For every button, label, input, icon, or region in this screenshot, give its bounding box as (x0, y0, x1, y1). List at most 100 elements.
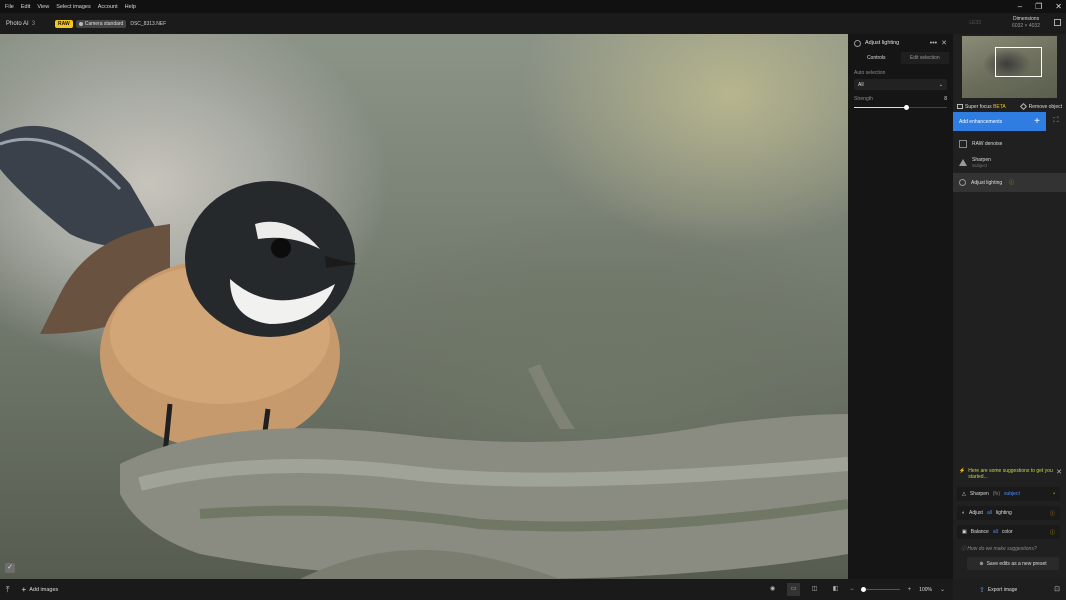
zoom-slider-handle[interactable] (861, 587, 867, 592)
zoom-level[interactable]: 100% (919, 587, 932, 593)
zoom-tag: LE33 (969, 20, 981, 26)
info-icon[interactable]: ⓘ (1050, 510, 1055, 517)
preview-eye-icon[interactable]: ◉ (766, 583, 779, 596)
more-options-icon[interactable]: ••• (930, 40, 937, 47)
controls-title: Adjust lighting (865, 40, 900, 46)
panel-layout-icon[interactable] (1054, 19, 1061, 26)
maximize-icon[interactable]: ❐ (1035, 1, 1042, 12)
single-view-icon[interactable]: ▭ (787, 583, 801, 596)
super-focus-label: Super focus (965, 103, 992, 110)
chevron-down-icon[interactable]: ⌄ (940, 586, 945, 593)
enhancement-name: Adjust lighting (971, 179, 1003, 186)
zoom-slider-track (861, 589, 900, 590)
tab-edit-selection[interactable]: Edit selection (900, 52, 949, 64)
right-sidebar: Super focus BETA Remove object Add enhan… (953, 34, 1066, 579)
plus-icon: + (21, 585, 27, 594)
zoom-out-icon[interactable]: − (850, 587, 854, 593)
save-icon[interactable]: ⊡ (1054, 585, 1060, 593)
lighting-icon (854, 39, 861, 47)
suggestion-target: lighting (995, 510, 1012, 516)
remove-object-button[interactable]: Remove object (1019, 102, 1062, 110)
controls-tabs: Controls Edit selection (852, 52, 949, 64)
bird-photo (0, 125, 848, 579)
suggestion-modifier: all (986, 510, 992, 516)
suggestions-title: Here are some suggestions to get you sta… (968, 468, 1053, 480)
auto-selection-dropdown[interactable]: All ⌄ (854, 79, 947, 90)
add-enhancements-label: Add enhancements (959, 118, 1003, 125)
suggestion-action: Sharpen (969, 491, 989, 497)
close-suggestions-icon[interactable]: ✕ (1056, 468, 1062, 476)
tab-controls[interactable]: Controls (852, 52, 901, 64)
image-canvas[interactable]: ✓ (0, 34, 848, 579)
raw-badge: RAW (55, 19, 73, 28)
zoom-in-icon[interactable]: + (908, 587, 912, 593)
checkmark-icon[interactable]: ✓ (5, 563, 15, 573)
suggestions-help-link[interactable]: ⓘ How do we make suggestions? (961, 545, 1037, 552)
suggestion-adjust-lighting[interactable]: ◐ Adjust all lighting ⓘ (957, 506, 1060, 520)
bottom-toolbar: ⤒ + Add images ◉ ▭ ◫ ◧ − + 100% ⌄ (0, 579, 953, 600)
chevron-down-icon: ⌄ (938, 81, 943, 88)
enhancement-sharpen[interactable]: Sharpen Subject (953, 152, 1066, 172)
export-image-button[interactable]: ⇪ Export image (979, 586, 1017, 594)
enhancement-raw-denoise[interactable]: RAW denoise (953, 137, 1066, 151)
remove-object-label: Remove object (1028, 103, 1062, 110)
strength-slider-handle[interactable] (903, 105, 909, 110)
help-link-text: How do we make suggestions? (967, 546, 1037, 552)
sharpen-icon (959, 158, 967, 166)
export-label: Export image (987, 586, 1018, 593)
menu-file[interactable]: File (5, 4, 14, 10)
suggestion-modifier: (fx) (992, 491, 1000, 497)
export-icon: ⇪ (979, 586, 985, 594)
enhancement-adjust-lighting[interactable]: Adjust lighting ⓘ (953, 173, 1066, 192)
menu-bar: File Edit View Select images Account Hel… (0, 0, 1066, 13)
navigator-viewport[interactable] (995, 47, 1042, 77)
upload-icon[interactable]: ⤒ (6, 585, 10, 595)
menu-select-images[interactable]: Select images (56, 4, 91, 10)
app-header: Photo AI 3 RAW Camera standard DSC_8313.… (0, 13, 1066, 34)
lightning-icon: ⚡ (959, 468, 966, 474)
suggestion-balance-color[interactable]: ▣ Balance all color ⓘ (957, 525, 1060, 539)
dimensions-label: Dimensions (1012, 16, 1040, 22)
suggestions-header: ⚡ Here are some suggestions to get you s… (959, 468, 1062, 480)
app-version: 3 (31, 20, 36, 27)
add-images-button[interactable]: + Add images (22, 585, 59, 594)
super-focus-button[interactable]: Super focus BETA (957, 104, 1006, 110)
menu-edit[interactable]: Edit (21, 4, 30, 10)
info-icon[interactable]: ⓘ (1009, 179, 1014, 186)
suggestion-sharpen[interactable]: △ Sharpen (fx) subject • (957, 487, 1060, 501)
suggestion-target: color (1001, 529, 1013, 535)
dimensions-value: 6032 × 4032 (1012, 23, 1040, 29)
info-icon: ⓘ (961, 546, 967, 552)
menu-account[interactable]: Account (98, 4, 118, 10)
add-images-label: Add images (29, 586, 59, 593)
camera-profile-badge[interactable]: Camera standard (75, 19, 127, 28)
app-name: Photo AI (6, 20, 29, 27)
suggestion-action: Adjust (969, 510, 983, 516)
menu-view[interactable]: View (37, 4, 49, 10)
save-preset-button[interactable]: ⊕ Save edits as a new preset (967, 557, 1059, 570)
tail-feathers (0, 125, 165, 248)
info-icon[interactable]: ⓘ (1050, 529, 1055, 536)
close-panel-icon[interactable]: ✕ (941, 39, 947, 47)
add-enhancements-button[interactable]: Add enhancements + (953, 112, 1046, 131)
zoom-slider[interactable] (861, 587, 900, 592)
crop-icon[interactable]: ⛶ (1051, 116, 1061, 126)
menu-list: File Edit View Select images Account Hel… (0, 4, 136, 10)
side-by-side-icon[interactable]: ◫ (808, 583, 821, 596)
split-view-icon[interactable]: ◧ (829, 583, 842, 596)
close-icon[interactable]: ✕ (1055, 1, 1062, 12)
controls-header: Adjust lighting ••• ✕ (848, 34, 953, 52)
lighting-icon: ◐ (962, 510, 966, 516)
enhancement-name: RAW denoise (972, 141, 1003, 147)
controls-panel: Adjust lighting ••• ✕ Controls Edit sele… (848, 34, 953, 579)
strength-slider-fill (854, 107, 907, 108)
minimize-icon[interactable]: – (1018, 1, 1022, 12)
strength-slider[interactable] (854, 105, 947, 110)
enhancement-sub: Subject (972, 162, 988, 168)
suggestion-modifier: all (992, 529, 998, 535)
menu-help[interactable]: Help (125, 4, 136, 10)
object-tools: Super focus BETA Remove object (953, 101, 1066, 112)
beta-badge: BETA (993, 103, 1006, 110)
navigator-thumbnail[interactable] (962, 36, 1057, 98)
camera-profile-label: Camera standard (84, 20, 124, 27)
